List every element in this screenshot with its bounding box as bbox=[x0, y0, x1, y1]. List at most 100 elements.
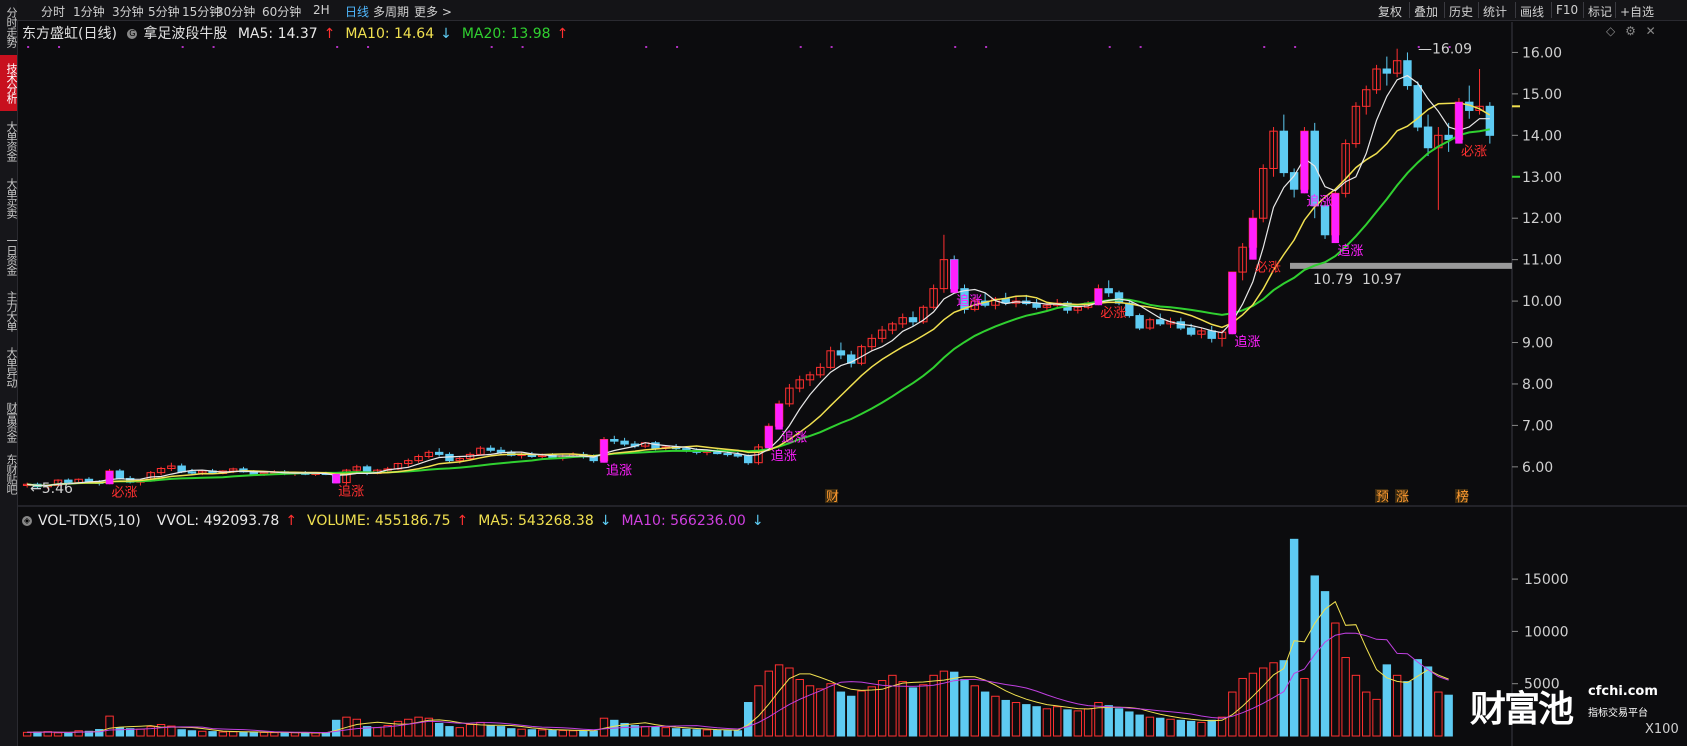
timeframe-8[interactable]: 日线 bbox=[345, 3, 369, 20]
marker-dot bbox=[1263, 46, 1266, 48]
toolbar-btn-5[interactable]: F10 bbox=[1556, 3, 1578, 17]
volume-bar bbox=[496, 726, 506, 737]
signal-label: 必涨 bbox=[112, 485, 138, 500]
volume-bar bbox=[640, 726, 650, 737]
volume-bar bbox=[1135, 714, 1144, 737]
volume-bar bbox=[1022, 704, 1031, 737]
marker-dot bbox=[58, 46, 61, 48]
signal-label: 追涨 bbox=[956, 293, 982, 309]
candle-body bbox=[836, 350, 846, 356]
volume-bar bbox=[22, 731, 32, 737]
sidebar-tab-2[interactable]: 大单资金 bbox=[0, 113, 18, 168]
candle-body bbox=[610, 438, 619, 442]
toolbar-separator bbox=[1615, 2, 1616, 18]
volume-bar bbox=[733, 730, 743, 737]
marker-dot bbox=[830, 46, 833, 48]
indicator-name[interactable]: 拿足波段牛股 bbox=[143, 26, 227, 42]
timeframe-10[interactable]: 更多 > bbox=[414, 3, 452, 20]
volume-bar bbox=[1156, 717, 1165, 737]
sidebar-tab-8[interactable]: 东财贴吧 bbox=[0, 450, 18, 498]
toolbar-separator bbox=[1583, 2, 1584, 18]
volume-bar bbox=[445, 726, 454, 737]
signal-label: 追涨 bbox=[606, 463, 632, 479]
vol-arrow-icon: ↓ bbox=[599, 513, 612, 529]
signal-bar bbox=[1300, 131, 1309, 194]
watermark-sub: 指标交易平台 bbox=[1588, 708, 1648, 719]
volume-info-bar: ◈ VOL-TDX(5,10) VVOL: 492093.78 ↑ VOLUME: 45… bbox=[22, 513, 780, 529]
candle-body bbox=[1485, 105, 1495, 136]
candle-body bbox=[1207, 330, 1216, 339]
timeframe-2[interactable]: 3分钟 bbox=[112, 3, 144, 20]
timeframe-0[interactable]: 分时 bbox=[41, 3, 65, 20]
candle-body bbox=[743, 455, 753, 464]
timeframe-7[interactable]: 2H bbox=[313, 3, 330, 17]
diamond-icon[interactable]: ◇ bbox=[1606, 24, 1615, 38]
candle-body bbox=[115, 470, 125, 479]
ma-values: MA5: 14.37 ↑ MA10: 14.64 ↓ MA20: 13.98 ↑ bbox=[238, 26, 578, 42]
volume-bar bbox=[1238, 677, 1247, 737]
signal-bar bbox=[950, 259, 958, 293]
volume-bar bbox=[702, 729, 712, 737]
signal-bar bbox=[1249, 218, 1257, 260]
stock-name[interactable]: 东方盛虹(日线) bbox=[22, 26, 117, 42]
marker-dot bbox=[490, 46, 493, 48]
timeframe-3[interactable]: 5分钟 bbox=[148, 3, 180, 20]
candle-body bbox=[1279, 130, 1289, 174]
volume-bar bbox=[805, 685, 815, 737]
toolbar-separator bbox=[1444, 2, 1445, 18]
toolbar-separator bbox=[1551, 2, 1552, 18]
volume-bar bbox=[259, 731, 269, 737]
volume-bar bbox=[1114, 708, 1124, 737]
toolbar-btn-2[interactable]: 历史 bbox=[1449, 3, 1473, 20]
watermark-main: 财富池 bbox=[1470, 689, 1574, 730]
volume-bar bbox=[301, 732, 310, 737]
sidebar-tab-5[interactable]: 主力大单 bbox=[0, 284, 18, 338]
signal-bar bbox=[775, 403, 783, 430]
ma-arrow-icon: ↑ bbox=[323, 26, 336, 42]
event-marker: 榜 bbox=[1456, 489, 1469, 505]
volume-bar bbox=[888, 674, 897, 737]
toolbar-btn-4[interactable]: 画线 bbox=[1520, 3, 1544, 20]
volume-bar bbox=[105, 715, 114, 737]
price-axis-label: 6.00 bbox=[1522, 460, 1553, 476]
timeframe-1[interactable]: 1分钟 bbox=[73, 3, 105, 20]
volume-bar bbox=[1001, 699, 1010, 737]
price-axis-label: 9.00 bbox=[1522, 336, 1553, 352]
sidebar-tab-7[interactable]: 财富资金 bbox=[0, 395, 18, 448]
toolbar-btn-0[interactable]: 复权 bbox=[1378, 3, 1402, 20]
volume-settings-icon[interactable]: ◈ bbox=[22, 516, 32, 526]
close-icon[interactable]: ✕ bbox=[1646, 24, 1656, 38]
timeframe-9[interactable]: 多周期 bbox=[373, 3, 409, 20]
stock-info-bar: 东方盛虹(日线) G 拿足波段牛股 MA5: 14.37 ↑ MA10: 14.64 ↓… bbox=[22, 23, 584, 43]
volume-bar bbox=[290, 732, 300, 737]
volume-bar bbox=[239, 731, 248, 737]
volume-bar bbox=[713, 729, 722, 737]
volume-bar bbox=[1083, 708, 1093, 737]
timeframe-6[interactable]: 60分钟 bbox=[262, 3, 301, 20]
sidebar-tab-0[interactable]: 分时走势 bbox=[0, 2, 18, 52]
volume-scale: X100 bbox=[1645, 722, 1679, 737]
candle-body bbox=[1114, 292, 1124, 304]
toolbar-btn-7[interactable]: +自选 bbox=[1620, 3, 1654, 20]
marker-dot bbox=[799, 46, 802, 48]
signal-label: 必涨 bbox=[1100, 306, 1126, 321]
timeframe-5[interactable]: 30分钟 bbox=[216, 3, 255, 20]
toolbar-btn-6[interactable]: 标记 bbox=[1588, 3, 1612, 20]
volume-bar bbox=[1289, 538, 1299, 737]
sidebar-tab-1[interactable]: 技术分析 bbox=[0, 55, 18, 111]
volume-bar bbox=[1063, 709, 1072, 737]
vol-ma5-line bbox=[27, 600, 1449, 734]
volume-bar bbox=[1186, 720, 1196, 737]
toolbar-btn-3[interactable]: 统计 bbox=[1483, 3, 1507, 20]
indicator-badge-icon[interactable]: G bbox=[127, 29, 138, 39]
signal-bar bbox=[332, 473, 340, 484]
price-axis-label: 7.00 bbox=[1522, 418, 1553, 434]
candle-body bbox=[1320, 205, 1330, 236]
kline-chart[interactable]: 16.00 15.00 14.00 13.00 12.00 11.00 10.00 9.00 8… bbox=[0, 0, 1687, 746]
toolbar-btn-1[interactable]: 叠加 bbox=[1414, 3, 1438, 20]
sidebar-tab-3[interactable]: 大单买卖 bbox=[0, 170, 18, 226]
sidebar-tab-6[interactable]: 大单异动 bbox=[0, 340, 18, 393]
sidebar-tab-4[interactable]: 一日资金 bbox=[0, 228, 18, 282]
ma-arrow-icon: ↓ bbox=[440, 26, 452, 42]
settings-icon[interactable]: ⚙ bbox=[1625, 24, 1636, 38]
